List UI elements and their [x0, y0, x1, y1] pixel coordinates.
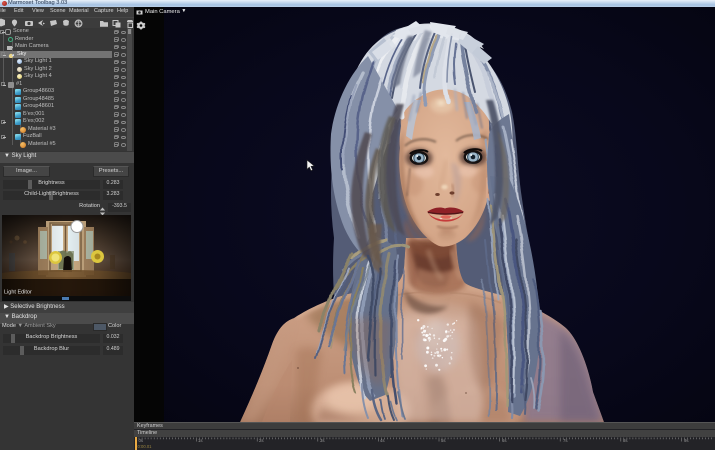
svg-text:Light Editor: Light Editor	[4, 290, 32, 296]
